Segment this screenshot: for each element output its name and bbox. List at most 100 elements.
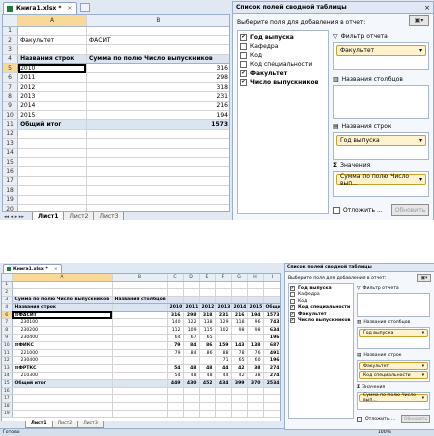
cell-b[interactable]: ФАСИТ xyxy=(86,35,229,46)
cell-b[interactable]: 1573 xyxy=(86,119,229,130)
year-header[interactable]: 2015 xyxy=(247,303,264,312)
close-tab-icon[interactable]: × xyxy=(68,5,73,12)
cell-a[interactable] xyxy=(17,176,87,187)
row-label[interactable]: 230200 xyxy=(12,326,113,335)
cell-b[interactable]: Сумма по полю Число выпускников xyxy=(86,54,229,65)
value-cell[interactable]: 112 xyxy=(167,326,184,335)
field-list-item[interactable]: ✔ Год выпуска xyxy=(240,33,326,42)
columns-field-pill[interactable]: Год выпуска ▾ xyxy=(359,329,428,337)
value-cell[interactable]: 452 xyxy=(199,379,216,388)
cell-b[interactable] xyxy=(86,138,229,149)
cell-a[interactable] xyxy=(17,185,87,196)
checkbox[interactable] xyxy=(290,298,295,304)
row-header[interactable]: 8 xyxy=(3,91,19,102)
col-header[interactable]: F xyxy=(215,274,232,282)
cell-a[interactable]: Факультет xyxy=(17,35,87,46)
value-cell[interactable] xyxy=(199,356,216,366)
year-header[interactable]: 2012 xyxy=(199,303,216,312)
row-header[interactable]: 19 xyxy=(3,195,19,205)
field-list-item[interactable]: ✔ Число выпускников xyxy=(240,78,326,87)
col-header[interactable]: I xyxy=(263,274,280,282)
value-cell[interactable]: 79 xyxy=(167,349,184,358)
cell-a[interactable]: 2015 xyxy=(17,110,87,121)
value-cell[interactable]: 96 xyxy=(247,318,264,328)
row-label[interactable]: 221000 xyxy=(12,349,113,358)
row-header[interactable]: 1 xyxy=(2,281,13,290)
row-label[interactable]: 230100 xyxy=(12,318,113,328)
field-list-item[interactable]: ✔ Код специальности xyxy=(290,305,352,312)
value-cell[interactable]: 102 xyxy=(215,326,232,335)
row-header[interactable]: 9 xyxy=(2,334,13,343)
value-cell[interactable]: 86 xyxy=(199,341,216,350)
year-header[interactable]: 2014 xyxy=(231,303,248,312)
value-cell[interactable]: 84 xyxy=(183,349,200,358)
value-cell[interactable]: 98 xyxy=(231,326,248,335)
row-header[interactable]: 16 xyxy=(3,166,19,177)
filter-area[interactable] xyxy=(357,293,430,317)
cell-b[interactable]: 231 xyxy=(86,91,229,102)
value-cell[interactable]: 140 xyxy=(167,318,184,328)
value-cell[interactable]: 60 xyxy=(247,356,264,366)
row-label[interactable]: ⊟ФИКС xyxy=(12,341,113,350)
value-cell[interactable]: 316 xyxy=(167,311,184,320)
pivot-values-header[interactable]: Сумма по полю Число выпускников xyxy=(12,296,113,305)
row-header[interactable]: 7 xyxy=(2,318,13,328)
value-cell[interactable]: 48 xyxy=(199,372,216,381)
row-header[interactable]: 4 xyxy=(2,303,13,312)
col-header[interactable]: E xyxy=(199,274,216,282)
col-header[interactable]: B xyxy=(112,274,168,282)
checkbox[interactable]: ✔ xyxy=(290,318,295,324)
value-cell[interactable]: 430 xyxy=(183,379,200,388)
col-header[interactable]: D xyxy=(183,274,200,282)
update-button[interactable]: Обновить xyxy=(401,415,430,423)
row-header[interactable]: 12 xyxy=(2,356,13,366)
cell-a[interactable]: Общий итог xyxy=(17,119,87,130)
workbook-tab-bottom[interactable]: Книга1.xlsx * × xyxy=(3,264,62,273)
value-cell[interactable]: 86 xyxy=(199,349,216,358)
value-cell[interactable]: 76 xyxy=(247,349,264,358)
row-header[interactable]: 14 xyxy=(2,372,13,381)
row-header[interactable]: 1 xyxy=(3,26,19,36)
cell-b[interactable] xyxy=(86,148,229,158)
row-label[interactable]: 230400 xyxy=(12,334,113,343)
cell-b[interactable] xyxy=(86,26,229,36)
cell-b[interactable] xyxy=(86,129,229,140)
value-cell[interactable]: 42 xyxy=(231,372,248,381)
value-cell[interactable]: 298 xyxy=(183,311,200,320)
year-header[interactable]: 2011 xyxy=(183,303,200,312)
value-cell[interactable]: 48 xyxy=(183,364,200,373)
value-cell[interactable]: 64 xyxy=(167,334,184,343)
value-cell[interactable]: 79 xyxy=(167,341,184,350)
sheet-tab-1[interactable]: Лист1 xyxy=(25,421,53,428)
row-total[interactable]: 1573 xyxy=(263,311,280,320)
value-cell[interactable]: 84 xyxy=(183,341,200,350)
row-total[interactable]: 274 xyxy=(263,364,280,373)
value-cell[interactable]: 71 xyxy=(215,356,232,366)
value-cell[interactable]: 48 xyxy=(183,372,200,381)
rows-area[interactable]: Год выпуска ▾ xyxy=(333,132,429,160)
row-total[interactable]: 196 xyxy=(263,334,280,343)
rows-field-pill-1[interactable]: Факультет ▾ xyxy=(359,362,428,370)
cell-b[interactable]: 316 xyxy=(86,63,229,74)
close-tab-icon[interactable]: × xyxy=(54,267,58,272)
layout-options-button[interactable]: ▣▾ xyxy=(409,15,429,26)
cell-a[interactable] xyxy=(17,129,87,140)
row-header[interactable]: 9 xyxy=(3,101,19,112)
checkbox[interactable] xyxy=(240,61,247,68)
value-cell[interactable]: 42 xyxy=(231,364,248,373)
row-total[interactable]: 196 xyxy=(263,356,280,366)
row-header[interactable]: 14 xyxy=(3,148,19,158)
row-header[interactable]: 18 xyxy=(3,185,19,196)
value-cell[interactable]: 449 xyxy=(167,379,184,388)
row-header[interactable]: 6 xyxy=(2,311,13,320)
values-field-pill[interactable]: Сумма по полю Число вып... ▾ xyxy=(359,393,428,403)
row-header[interactable]: 8 xyxy=(2,326,13,335)
row-label[interactable]: 230400 xyxy=(12,356,113,366)
row-label[interactable]: Общий итог xyxy=(12,379,113,388)
row-header[interactable]: 17 xyxy=(2,394,13,403)
value-cell[interactable]: 231 xyxy=(215,311,232,320)
checkbox[interactable] xyxy=(290,292,295,298)
row-header[interactable]: 10 xyxy=(3,110,19,121)
cell-b[interactable] xyxy=(86,166,229,177)
layout-options-button[interactable]: ▣▾ xyxy=(417,274,431,282)
